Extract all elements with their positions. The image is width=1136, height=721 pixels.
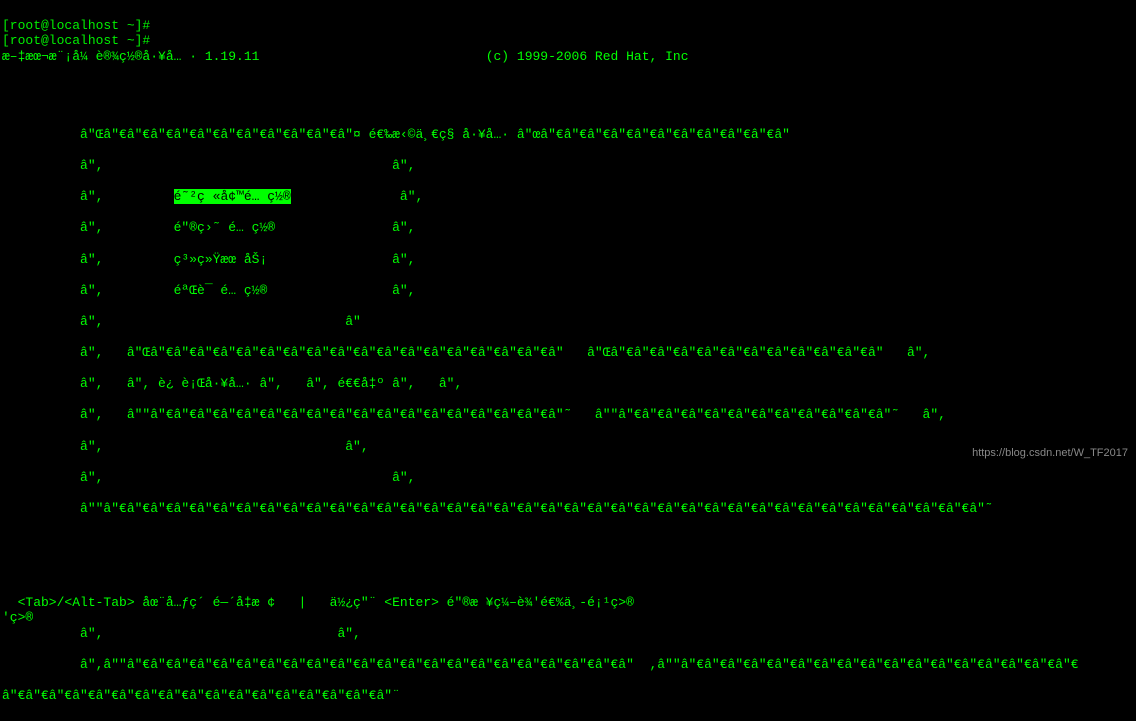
- box-top-border: â"Œâ"€â"€â"€â"€â"€â"€â"€â"€â"€â"€â"¤ é€‰…: [2, 127, 1134, 143]
- bottom-box-line: â",â""â"€â"€â"€â"€â"€â"€â"€â"€â"€â"€â"€â…: [2, 657, 1134, 673]
- bottom-box-bottom: â"€â"€â"€â"€â"€â"€â"€â"€â"€â"€â"€â"€â"€â…: [2, 688, 1134, 704]
- tool-title: æ–‡æœ¬æ¨¡å¼ è®¾ç½®å·¥å… · 1.19.11: [2, 49, 259, 64]
- menu-item-services[interactable]: â", ç³»ç»Ÿæœ åŠ¡ â",: [2, 252, 1134, 268]
- button-row[interactable]: â", â", è¿ è¡Œå·¥å…· â", â", é€€å‡º â", …: [2, 376, 1134, 392]
- box-spacer: â", â",: [2, 158, 1134, 174]
- prompt-line-2: [root@localhost ~]#: [2, 33, 150, 48]
- menu-item-keyboard[interactable]: â", é"®ç›˜ é… ç½® â",: [2, 220, 1134, 236]
- menu-item-auth[interactable]: â", éªŒè¯ é… ç½® â",: [2, 283, 1134, 299]
- prompt-line-1: [root@localhost ~]#: [2, 18, 150, 33]
- help-text-line1: <Tab>/<Alt-Tab> åœ¨å…ƒç´ é—´å‡æ ¢ | ä½¿ç…: [2, 595, 634, 610]
- help-text-line2: 'ç>®: [2, 610, 33, 625]
- bottom-box-top: â", â",: [2, 626, 1134, 642]
- copyright: (c) 1999-2006 Red Hat, Inc: [486, 49, 689, 65]
- source-url: https://blog.csdn.net/W_TF2017: [972, 447, 1128, 460]
- box-bottom-border: â""â"€â"€â"€â"€â"€â"€â"€â"€â"€â"€â"€â"€â…: [2, 501, 1134, 517]
- button-row-bottom: â", â""â"€â"€â"€â"€â"€â"€â"€â"€â"€â"€â"€…: [2, 407, 1134, 423]
- box-spacer-3: â", â",: [2, 439, 1134, 455]
- terminal-screen: [root@localhost ~]# [root@localhost ~]# …: [0, 0, 1136, 721]
- box-spacer-4: â", â",: [2, 470, 1134, 486]
- box-spacer-2: â", â": [2, 314, 1134, 330]
- button-row-top: â", â"Œâ"€â"€â"€â"€â"€â"€â"€â"€â"€â"€â"€…: [2, 345, 1134, 361]
- menu-item-firewall[interactable]: â", é˜²ç «å¢™é… ç½® â",: [2, 189, 1134, 205]
